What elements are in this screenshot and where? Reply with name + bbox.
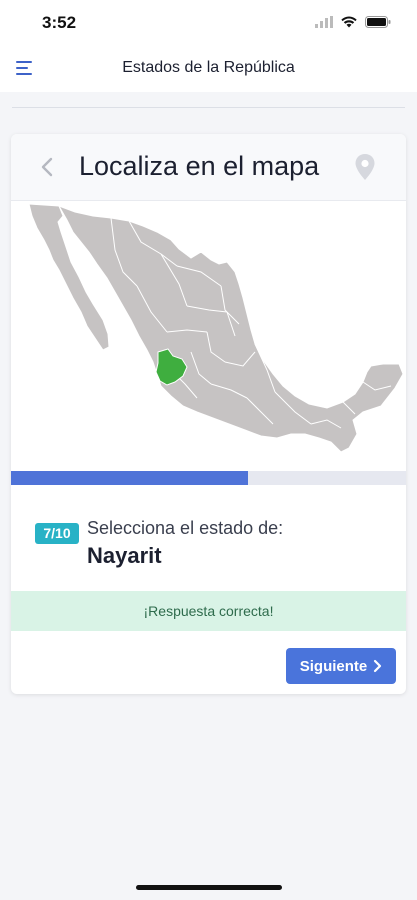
target-state-name: Nayarit	[87, 543, 162, 568]
page-title: Estados de la República	[122, 59, 295, 76]
status-time: 3:52	[42, 13, 77, 32]
progress-fill	[11, 471, 248, 485]
card-header: Localiza en el mapa	[11, 134, 406, 201]
wifi-icon	[341, 16, 357, 28]
home-indicator	[136, 885, 282, 890]
next-button[interactable]: Siguiente	[286, 648, 396, 684]
divider	[12, 107, 405, 108]
chevron-left-icon[interactable]	[39, 156, 55, 178]
status-bar: 3:52	[0, 0, 417, 44]
next-button-label: Siguiente	[299, 657, 368, 675]
map-pin-icon[interactable]	[354, 153, 376, 181]
status-icons	[315, 14, 391, 30]
card-title: Localiza en el mapa	[79, 151, 320, 181]
mexico-map-svg[interactable]	[11, 202, 406, 472]
question-prompt: Selecciona el estado de:	[87, 518, 284, 538]
nav-bar: Estados de la República	[0, 44, 417, 92]
chevron-right-icon	[374, 659, 382, 673]
mexico-map[interactable]	[11, 202, 406, 472]
question-counter-badge: 7/10	[35, 523, 79, 544]
map-landmass[interactable]	[28, 203, 404, 453]
battery-icon	[365, 16, 391, 28]
feedback-banner: ¡Respuesta correcta!	[11, 591, 406, 631]
progress-bar	[11, 471, 406, 485]
signal-icon	[315, 16, 333, 28]
quiz-card: Localiza en el mapa 7/10 Selecciona el e…	[11, 134, 406, 694]
